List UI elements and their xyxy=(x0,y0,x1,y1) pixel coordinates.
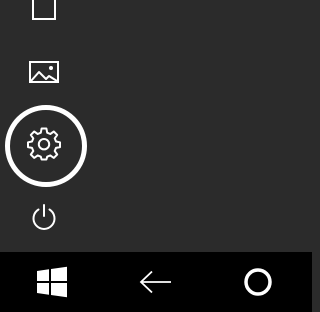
taskbar xyxy=(0,252,312,312)
start-item-pictures[interactable] xyxy=(0,44,88,100)
start-item-power[interactable] xyxy=(0,189,88,245)
start-item-documents[interactable] xyxy=(0,0,88,36)
back-button[interactable] xyxy=(104,252,208,312)
start-button[interactable] xyxy=(0,252,104,312)
screen xyxy=(0,0,312,312)
back-arrow-icon xyxy=(139,270,171,294)
power-icon xyxy=(32,204,56,230)
pictures-icon xyxy=(29,61,59,83)
cortana-search-icon xyxy=(244,268,272,296)
documents-icon xyxy=(32,0,56,20)
highlight-ring xyxy=(5,105,87,187)
start-menu-panel xyxy=(0,0,312,252)
cortana-button[interactable] xyxy=(206,252,310,312)
windows-logo-icon xyxy=(37,266,67,298)
